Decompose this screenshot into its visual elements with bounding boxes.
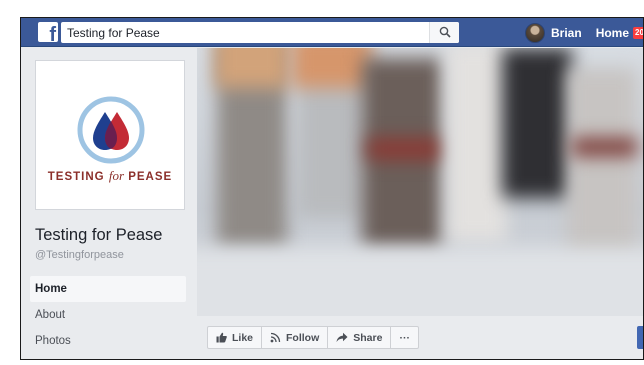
share-label: Share xyxy=(353,331,383,344)
cover-blur-vial-1-cap xyxy=(215,48,289,88)
left-column: TESTING for PEASE Testing for Pease @Tes… xyxy=(21,48,197,359)
thumbs-up-icon xyxy=(216,332,227,343)
search-icon xyxy=(439,26,451,38)
facebook-logo-icon[interactable]: f xyxy=(38,22,58,42)
page-logo: TESTING for PEASE xyxy=(39,64,181,206)
follow-button[interactable]: Follow xyxy=(262,327,329,348)
user-avatar[interactable] xyxy=(525,22,545,43)
cover-blur-vial-5-band xyxy=(572,138,637,156)
like-button[interactable]: Like xyxy=(208,327,263,348)
share-button[interactable]: Share xyxy=(328,327,392,348)
cover-blur-vial-2-cap xyxy=(292,48,372,88)
top-navigation-bar: f Brian Home 20+ xyxy=(21,18,643,47)
side-nav-home[interactable]: Home xyxy=(30,276,186,302)
home-link[interactable]: Home xyxy=(596,26,629,40)
search-box xyxy=(61,22,459,43)
logo-word-for: for xyxy=(108,168,124,183)
cover-blur-floor xyxy=(197,248,643,316)
browser-frame: f Brian Home 20+ xyxy=(20,17,644,360)
page-actions-group: Like Follow Share ··· xyxy=(207,326,419,349)
share-arrow-icon xyxy=(336,332,348,342)
logo-word-testing: TESTING xyxy=(47,171,105,183)
more-options-label: ··· xyxy=(399,331,410,344)
primary-action-button-partial[interactable] xyxy=(637,326,643,349)
page-side-navigation: Home About Photos xyxy=(30,276,186,354)
cover-photo[interactable] xyxy=(197,48,643,316)
side-nav-about[interactable]: About xyxy=(30,302,186,328)
top-nav-right: Brian Home 20+ xyxy=(525,18,643,47)
logo-word-pease: PEASE xyxy=(128,171,173,183)
search-input[interactable] xyxy=(61,22,431,43)
facebook-logo-letter: f xyxy=(49,24,56,42)
user-name-link[interactable]: Brian xyxy=(551,26,582,40)
home-notification-badge: 20+ xyxy=(633,26,643,39)
more-options-button[interactable]: ··· xyxy=(391,327,418,348)
rss-follow-icon xyxy=(270,332,281,343)
cover-blur-vial-3-band xyxy=(367,138,442,160)
page-profile-picture[interactable]: TESTING for PEASE xyxy=(35,60,185,210)
search-button[interactable] xyxy=(429,22,459,43)
like-label: Like xyxy=(232,331,254,344)
page-action-bar: Like Follow Share ··· xyxy=(197,316,643,359)
blood-drops-logo-icon xyxy=(77,96,145,164)
page-title[interactable]: Testing for Pease xyxy=(35,226,163,245)
cover-blur-dark-1 xyxy=(502,48,572,198)
page-handle[interactable]: @Testingforpease xyxy=(35,249,124,261)
side-nav-photos[interactable]: Photos xyxy=(30,328,186,354)
follow-label: Follow xyxy=(286,331,320,344)
cover-blur-vial-4 xyxy=(447,48,507,243)
cover-blur-vial-5 xyxy=(567,68,637,258)
logo-wordmark: TESTING for PEASE xyxy=(39,168,181,184)
